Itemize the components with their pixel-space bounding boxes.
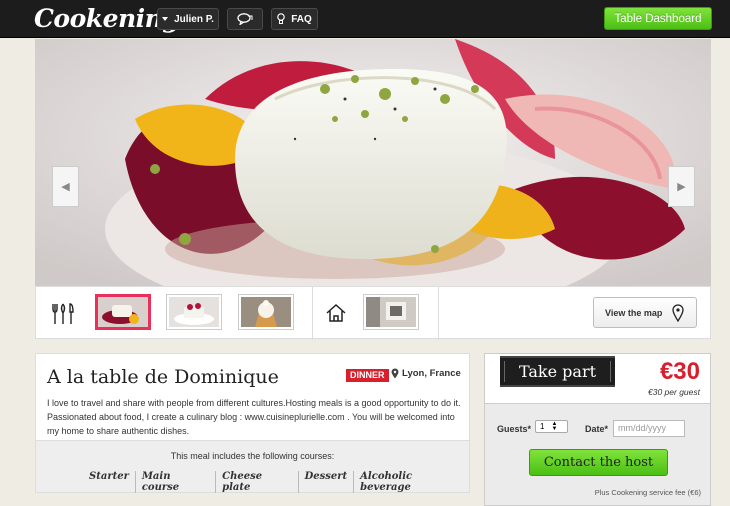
location: Lyon, France xyxy=(391,368,461,379)
thumbnail-image xyxy=(98,297,148,327)
divider xyxy=(438,287,439,340)
cutlery-icon xyxy=(52,303,74,324)
view-map-button[interactable]: View the map xyxy=(593,297,697,328)
guests-select[interactable]: 1 ▲ ▼ xyxy=(535,420,568,433)
location-text: Lyon, France xyxy=(402,368,461,379)
user-menu-button[interactable]: Julien P. xyxy=(157,8,219,30)
course-item: Cheese plate xyxy=(215,471,298,493)
chevron-down-icon xyxy=(162,17,169,21)
booking-header: Take part €30 €30 per guest xyxy=(485,354,710,404)
thumbnail-image xyxy=(366,297,416,327)
meal-details-card: A la table de Dominique DINNER Lyon, Fra… xyxy=(35,353,470,493)
guests-value: 1 xyxy=(540,422,545,431)
price-per-guest: €30 per guest xyxy=(648,387,700,397)
meal-title: A la table de Dominique xyxy=(47,366,279,388)
photo-thumbnail-strip: View the map xyxy=(35,286,711,340)
host-description: I love to travel and share with people f… xyxy=(47,398,461,436)
next-photo-button[interactable]: ▶ xyxy=(668,166,695,207)
arrow-right-icon: ▶ xyxy=(677,181,686,193)
course-list: Starter Main course Cheese plate Dessert… xyxy=(81,471,469,493)
chat-bubble-icon xyxy=(237,13,253,25)
hero-food-photo xyxy=(35,39,711,286)
table-dashboard-button[interactable]: Table Dashboard xyxy=(604,7,712,30)
fish-dish-illustration xyxy=(35,39,711,286)
messages-button[interactable] xyxy=(227,8,263,30)
previous-photo-button[interactable]: ◀ xyxy=(52,166,79,207)
home-icon xyxy=(326,303,346,322)
price: €30 xyxy=(659,358,700,385)
arrow-left-icon: ◀ xyxy=(61,181,70,193)
lightbulb-icon xyxy=(277,13,286,24)
date-label: Date* xyxy=(585,424,609,434)
courses-intro: This meal includes the following courses… xyxy=(170,451,335,461)
thumbnail-3[interactable] xyxy=(239,295,293,329)
user-name: Julien P. xyxy=(174,13,214,25)
divider xyxy=(312,287,313,340)
select-arrows-icon: ▲ ▼ xyxy=(551,420,558,432)
thumbnail-2[interactable] xyxy=(167,295,221,329)
course-item: Alcoholic beverage xyxy=(353,471,469,493)
date-field[interactable]: mm/dd/yyyy xyxy=(613,420,685,437)
thumbnail-home[interactable] xyxy=(364,295,418,329)
meal-type-badge: DINNER xyxy=(346,369,389,382)
faq-label: FAQ xyxy=(291,13,312,25)
guests-label: Guests* xyxy=(497,424,532,434)
top-nav-bar: Cookening Julien P. FAQ Table Dashboard xyxy=(0,0,730,38)
thumbnail-1[interactable] xyxy=(96,295,150,329)
thumbnail-image xyxy=(169,297,219,327)
location-pin-icon xyxy=(391,368,399,379)
thumbnail-image xyxy=(241,297,291,327)
service-fee-note: Plus Cookening service fee (€6) xyxy=(594,488,701,497)
course-item: Starter xyxy=(89,471,129,482)
map-pin-icon xyxy=(672,304,684,322)
course-item: Dessert xyxy=(297,471,354,493)
contact-host-button[interactable]: Contact the host xyxy=(529,449,668,476)
courses-section: This meal includes the following courses… xyxy=(36,440,469,493)
course-item: Main course xyxy=(134,471,215,493)
faq-button[interactable]: FAQ xyxy=(271,8,318,30)
view-map-label: View the map xyxy=(605,307,663,318)
take-part-banner: Take part xyxy=(500,356,615,387)
